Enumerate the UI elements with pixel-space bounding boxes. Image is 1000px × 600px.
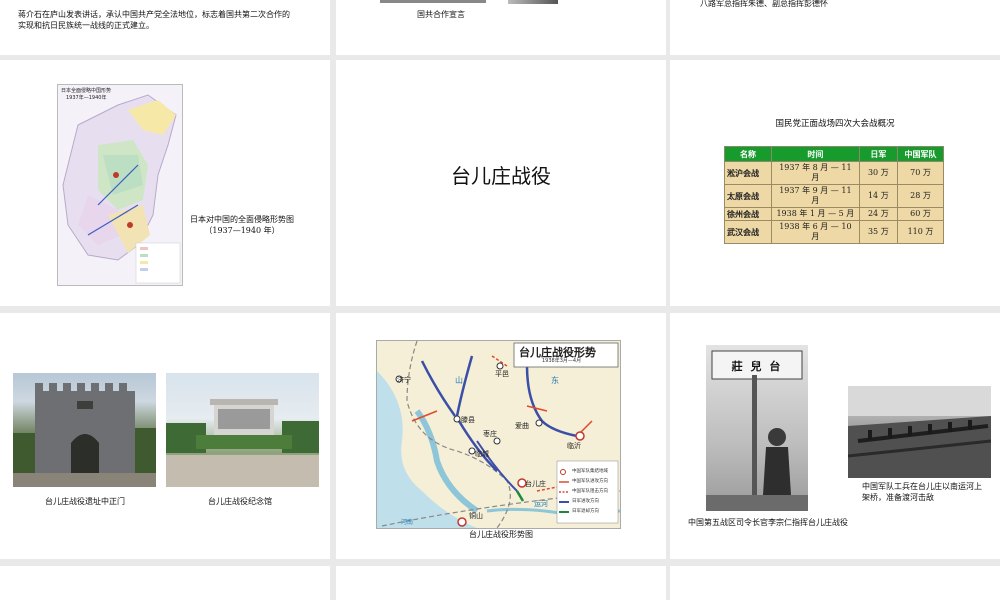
japan-invasion-map-image: 日本全面侵略中国形势 1937年—1940年 <box>57 84 183 286</box>
declaration-image <box>380 0 486 3</box>
cell-time: 1937 年 9 月 — 11 月 <box>771 184 860 208</box>
place-yunhe: 运河 <box>534 500 548 508</box>
place-henan: 河南 <box>401 519 414 526</box>
slide-battle-map[interactable]: 台儿庄战役形势 1938年3月—4月 济宁 平邑 山 东 滕县 枣庄 爱曲 临沂… <box>336 313 666 559</box>
place-jining: 济宁 <box>397 376 411 384</box>
cell-japanese: 30 万 <box>858 161 898 185</box>
legend-item: 日军退却方向 <box>572 509 599 514</box>
slide-memorial-photos[interactable]: 台儿庄战役遗址中正门 台儿庄战役纪念馆 <box>0 313 330 559</box>
caption-commander: 中国第五战区司令长官李宗仁指挥台儿庄战役 <box>688 518 848 527</box>
battle-map-image: 台儿庄战役形势 1938年3月—4月 济宁 平邑 山 东 滕县 枣庄 爱曲 临沂… <box>376 340 621 529</box>
cell-chinese: 28 万 <box>896 184 945 208</box>
slide-next-right[interactable] <box>670 566 1000 600</box>
cell-chinese: 110 万 <box>896 220 945 244</box>
table-row: 淞沪会战 1937 年 8 月 — 11 月 30 万 70 万 <box>723 161 945 185</box>
cell-name: 武汉会战 <box>723 220 773 244</box>
header-chinese: 中国军队 <box>896 146 945 162</box>
cell-name: 徐州会战 <box>723 207 773 221</box>
caption-bridge-line1: 中国军队工兵在台儿庄以南运河上 <box>862 482 982 491</box>
slide-top-left[interactable]: 蒋介石在庐山发表讲话，承认中国共产党全法地位，标志着国共第二次合作的 实现和抗日… <box>0 0 330 55</box>
map-title-line1: 日本全面侵略中国形势 <box>61 88 112 94</box>
bridge-photo <box>848 386 991 478</box>
header-time: 时间 <box>771 146 860 162</box>
place-baoqu: 爱曲 <box>515 422 529 430</box>
map-icon <box>58 85 182 285</box>
caption-lushan-line2: 实现和抗日民族统一战线的正式建立。 <box>18 21 154 30</box>
caption-lushan-line1: 蒋介石在庐山发表讲话，承认中国共产党全法地位，标志着国共第二次合作的 <box>18 10 290 19</box>
place-shan: 山 <box>455 376 463 385</box>
cell-name: 淞沪会战 <box>723 161 773 185</box>
place-linyi: 临沂 <box>567 442 581 450</box>
table-title: 国民党正面战场四次大会战概况 <box>775 119 895 129</box>
slide-next-middle[interactable] <box>336 566 666 600</box>
caption-battle-map: 台儿庄战役形势图 <box>469 530 533 539</box>
cell-time: 1938 年 6 月 — 10 月 <box>771 220 860 244</box>
slide-top-right[interactable]: 八路军总指挥朱德、副总指挥彭德怀 <box>670 0 1000 55</box>
slide-four-battles[interactable]: 国民党正面战场四次大会战概况 名称 时间 日军 中国军队 淞沪会战 1937 年… <box>670 60 1000 306</box>
cell-japanese: 35 万 <box>858 220 898 244</box>
slide-commander-photos[interactable]: 莊 兒 台 中国军队工兵在台儿庄以南运河上 架桥，准备渡河击敌 中国第五战区司令… <box>670 313 1000 559</box>
cell-chinese: 70 万 <box>896 161 945 185</box>
cell-japanese: 14 万 <box>858 184 898 208</box>
caption-invasion-map-line1: 日本对中国的全面侵略形势图 <box>190 215 294 224</box>
table-header-row: 名称 时间 日军 中国军队 <box>723 146 945 162</box>
place-zaozhuang: 枣庄 <box>483 430 497 438</box>
sign-text: 莊 兒 台 <box>731 360 783 373</box>
place-dong: 东 <box>551 376 559 385</box>
slide-title: 台儿庄战役 <box>451 164 551 188</box>
caption-zhu-peng: 八路军总指挥朱德、副总指挥彭德怀 <box>700 0 828 8</box>
place-tengxian: 滕县 <box>461 416 475 424</box>
gate-photo <box>13 373 156 487</box>
map-title-line2: 1937年—1940年 <box>66 95 107 101</box>
caption-gate: 台儿庄战役遗址中正门 <box>45 497 125 506</box>
legend-item: 中国军队集结地域 <box>572 469 608 474</box>
header-japanese: 日军 <box>858 146 898 162</box>
li-zongren-photo: 莊 兒 台 <box>706 345 808 511</box>
slide-japan-invasion-map[interactable]: 日本全面侵略中国形势 1937年—1940年 日本对中国的全面侵略形势图 （19… <box>0 60 330 306</box>
cell-japanese: 24 万 <box>858 207 898 221</box>
battle-map-subtitle: 1938年3月—4月 <box>542 358 582 364</box>
legend-item: 中国军队阻击方向 <box>572 489 608 494</box>
memorial-hall-photo <box>166 373 319 487</box>
legend-item: 中国军队进攻方向 <box>572 479 608 484</box>
place-tongshan: 铜山 <box>469 512 483 520</box>
cell-name: 太原会战 <box>723 184 773 208</box>
caption-memorial: 台儿庄战役纪念馆 <box>208 497 272 506</box>
slide-next-left[interactable] <box>0 566 330 600</box>
place-pingyi: 平邑 <box>495 370 509 378</box>
slide-taierzhuang-title[interactable]: 台儿庄战役 <box>336 60 666 306</box>
place-lincheng: 临城 <box>475 450 489 458</box>
cell-chinese: 60 万 <box>896 207 945 221</box>
battles-table: 名称 时间 日军 中国军队 淞沪会战 1937 年 8 月 — 11 月 30 … <box>723 146 945 244</box>
table-row: 武汉会战 1938 年 6 月 — 10 月 35 万 110 万 <box>723 220 945 244</box>
table-row: 徐州会战 1938 年 1 月 — 5 月 24 万 60 万 <box>723 207 945 221</box>
place-taierzhuang: 台儿庄 <box>525 480 546 488</box>
legend-item: 日军进攻方向 <box>572 499 599 504</box>
caption-bridge-line2: 架桥，准备渡河击敌 <box>862 493 934 502</box>
table-row: 太原会战 1937 年 9 月 — 11 月 14 万 28 万 <box>723 184 945 208</box>
cell-time: 1937 年 8 月 — 11 月 <box>771 161 860 185</box>
declaration-image-2 <box>508 0 558 4</box>
cell-time: 1938 年 1 月 — 5 月 <box>771 207 860 221</box>
header-name: 名称 <box>723 146 773 162</box>
slide-top-middle[interactable]: 国共合作宣言 <box>336 0 666 55</box>
caption-invasion-map-line2: （1937—1940 年） <box>204 226 280 235</box>
caption-declaration: 国共合作宣言 <box>417 10 465 19</box>
